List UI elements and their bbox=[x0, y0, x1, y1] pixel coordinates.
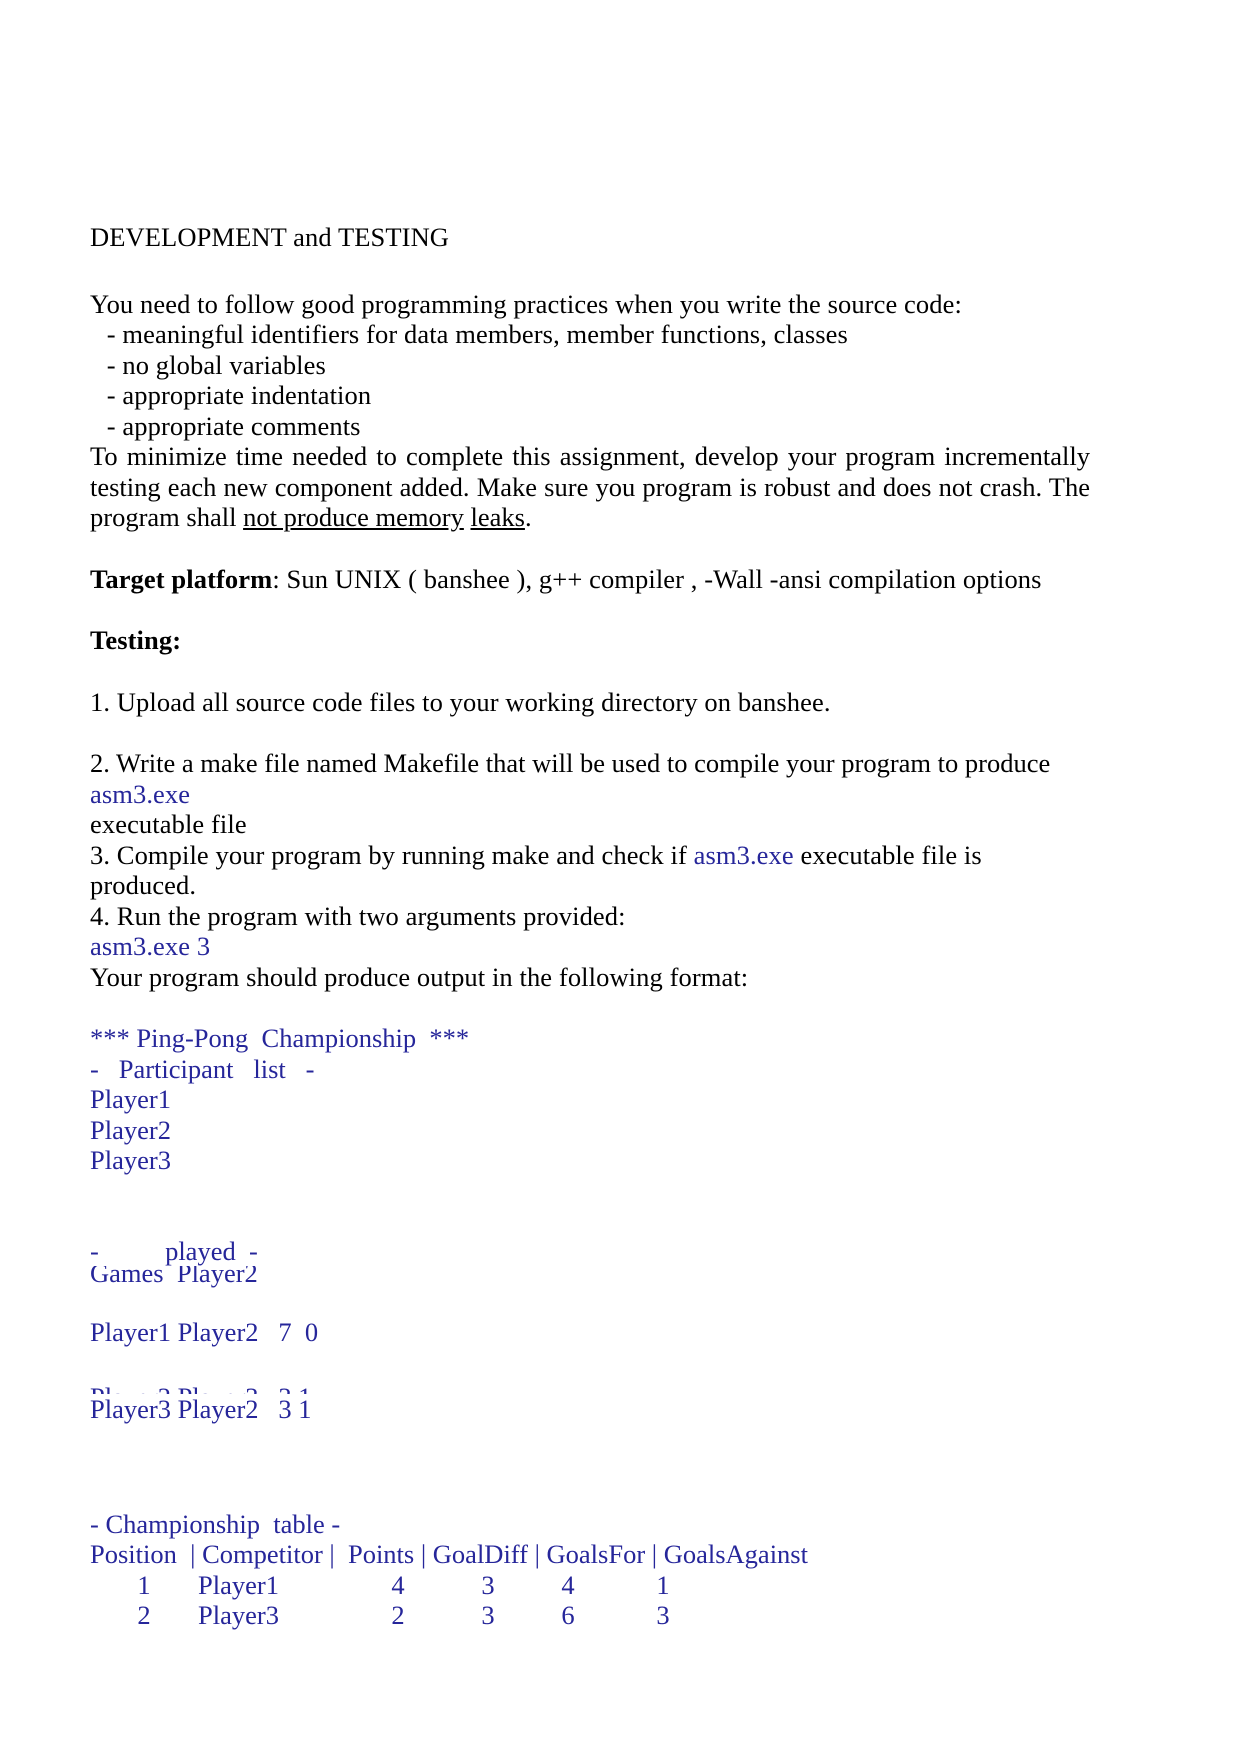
testing-step-4: 4. Run the program with two arguments pr… bbox=[90, 900, 626, 931]
cell-goaldiff: 3 bbox=[481, 1569, 495, 1600]
minimize-paragraph-tail: . bbox=[524, 502, 532, 532]
target-platform-value: : Sun UNIX ( banshee ), g++ compiler , -… bbox=[272, 563, 1042, 594]
sample-output-title: *** Ping-Pong Championship *** bbox=[90, 1023, 470, 1053]
page-title: DEVELOPMENT and TESTING bbox=[90, 222, 450, 252]
game-row: Player2 Player3 3 1 bbox=[90, 1384, 318, 1394]
underlined-word: leaks bbox=[470, 502, 525, 532]
cell-goalsagainst: 1 bbox=[656, 1569, 670, 1600]
participant-item: Player3 bbox=[90, 1145, 171, 1175]
championship-table-header: Position | Competitor | Points | GoalDif… bbox=[90, 1539, 808, 1569]
participant-item: Player2 bbox=[90, 1114, 171, 1145]
testing-step-2: 2. Write a make file named Makefile that… bbox=[90, 748, 1051, 778]
testing-step-3-prefix: 3. Compile your program by running make … bbox=[90, 839, 694, 870]
cell-goalsfor: 6 bbox=[561, 1600, 575, 1630]
testing-heading: Testing: bbox=[90, 625, 182, 655]
game-row: Player1 Player2 7 0 bbox=[90, 1317, 319, 1347]
practice-item: - appropriate comments bbox=[100, 410, 361, 441]
games-played-header: - played - bbox=[90, 1235, 258, 1266]
participant-item: Player1 bbox=[90, 1084, 171, 1114]
cell-goaldiff: 3 bbox=[481, 1600, 495, 1630]
cell-points: 4 bbox=[391, 1569, 405, 1600]
practice-item: - appropriate indentation bbox=[100, 380, 372, 410]
cell-goalsagainst: 3 bbox=[656, 1600, 670, 1630]
games-played-rows: Player1 Player2 7 0 Player2 Player3 3 1 … bbox=[90, 1279, 318, 1394]
target-platform-label: Target platform bbox=[90, 563, 273, 594]
practice-item: - meaningful identifiers for data member… bbox=[100, 319, 848, 349]
minimize-paragraph-text: To minimize time needed to complete this… bbox=[90, 441, 1090, 532]
table-row: 1 Player1 4 3 4 1 bbox=[90, 1570, 1090, 1601]
asm3-exe-name: asm3.exe bbox=[693, 839, 794, 870]
minimize-paragraph: To minimize time needed to complete this… bbox=[90, 441, 1090, 533]
document-content: DEVELOPMENT and TESTING You need to foll… bbox=[90, 222, 1090, 1631]
championship-table-title: - Championship table - bbox=[90, 1508, 341, 1539]
cell-position: 2 bbox=[137, 1600, 151, 1630]
output-format-intro: Your program should produce output in th… bbox=[90, 961, 749, 992]
asm3-exe-name: asm3.exe bbox=[90, 778, 191, 809]
cell-position: 1 bbox=[137, 1569, 151, 1600]
intro-text: You need to follow good programming prac… bbox=[90, 288, 962, 319]
practice-item: - no global variables bbox=[100, 349, 326, 380]
testing-step-3: 3. Compile your program by running make … bbox=[90, 840, 1090, 901]
cell-competitor: Player1 bbox=[198, 1569, 279, 1600]
underlined-phrase: not produce memory bbox=[243, 502, 464, 532]
cell-goalsfor: 4 bbox=[561, 1569, 575, 1600]
testing-step-1: 1. Upload all source code files to your … bbox=[90, 686, 831, 717]
run-command: asm3.exe 3 bbox=[90, 931, 211, 961]
executable-file-label: executable file bbox=[90, 809, 247, 839]
target-platform-line: Target platform: Sun UNIX ( banshee ), g… bbox=[90, 564, 1090, 595]
participant-list-header: - Participant list - bbox=[90, 1053, 315, 1084]
cell-competitor: Player3 bbox=[198, 1600, 279, 1630]
cell-points: 2 bbox=[391, 1600, 405, 1630]
table-row: 2 Player3 2 3 6 3 bbox=[90, 1600, 1090, 1631]
document-page: DEVELOPMENT and TESTING You need to foll… bbox=[0, 0, 1242, 1754]
games-played-block: Games Player2 Player1 Player2 7 0 Player… bbox=[90, 1266, 1090, 1394]
game-row: Player3 Player2 3 1 bbox=[90, 1394, 312, 1424]
